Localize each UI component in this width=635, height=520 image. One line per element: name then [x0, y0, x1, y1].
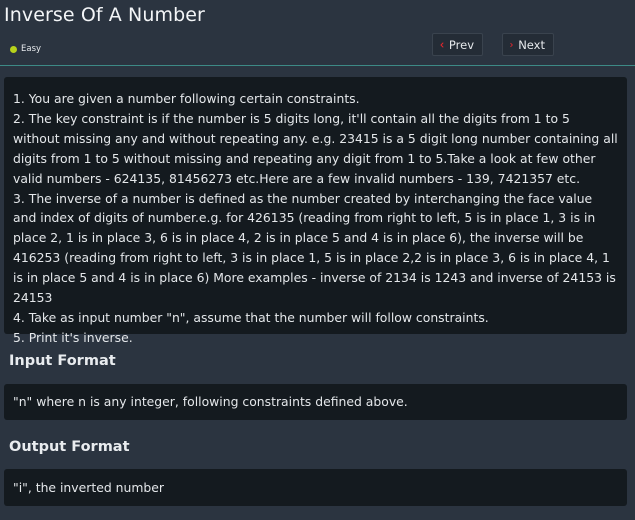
chevron-right-icon [510, 42, 513, 47]
input-format-text: "n" where n is any integer, following co… [13, 394, 408, 409]
description-line: 4. Take as input number "n", assume that… [13, 309, 489, 325]
next-button[interactable]: Next [502, 33, 554, 56]
description-line: 3. The inverse of a number is defined as… [13, 190, 616, 306]
difficulty-label: Easy [21, 44, 42, 54]
chevron-left-icon [440, 42, 444, 47]
output-format-heading: Output Format [9, 439, 130, 455]
difficulty-badge: Easy [10, 44, 41, 54]
input-format-box: "n" where n is any integer, following co… [4, 384, 627, 420]
description-line: 1. You are given a number following cert… [13, 91, 360, 106]
page-title: Inverse Of A Number [4, 4, 205, 26]
prev-button-label: Prev [448, 37, 474, 52]
description-line: 5. Print it's inverse. [13, 329, 133, 345]
problem-header: Inverse Of A Number Easy Prev Next [0, 0, 635, 66]
description-line: 2. The key constraint is if the number i… [13, 110, 618, 186]
difficulty-dot-icon [10, 45, 17, 53]
next-button-label: Next [518, 37, 545, 52]
problem-description: 1. You are given a number following cert… [4, 77, 627, 345]
output-format-text: "i", the inverted number [13, 480, 164, 495]
prev-button[interactable]: Prev [432, 33, 483, 56]
input-format-heading: Input Format [9, 353, 116, 369]
output-format-box: "i", the inverted number [4, 469, 627, 506]
